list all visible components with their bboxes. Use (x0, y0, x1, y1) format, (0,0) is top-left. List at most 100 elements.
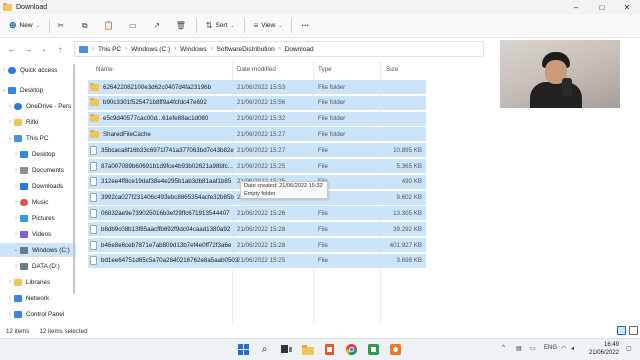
paste-icon[interactable]: 📋 (102, 17, 116, 35)
task-view-icon[interactable] (280, 343, 293, 356)
file-row[interactable]: b8db9c08b13f85aacffb692f9dc04caad1380a92… (88, 222, 426, 237)
notification-icon[interactable]: ▢ (626, 345, 632, 352)
sidebar-item-windows-c[interactable]: ⌄ Windows (C:) (0, 243, 76, 257)
rename-icon[interactable]: ▭ (126, 17, 140, 35)
office-icon[interactable] (323, 343, 336, 356)
maximize-button[interactable]: □ (589, 0, 615, 14)
breadcrumb-software-distribution[interactable]: SoftwareDistribution (217, 46, 275, 53)
sidebar-item-this-pc[interactable]: ⌄ This PC (0, 131, 76, 145)
search-icon[interactable]: ⌕ (258, 343, 271, 356)
share-icon[interactable]: ↗ (150, 17, 164, 35)
breadcrumb-windows[interactable]: Windows (180, 46, 206, 53)
file-row[interactable]: 06032ae9e739025016b3ef29ffc671913544407 2… (88, 206, 426, 221)
copy-icon[interactable]: ⧉ (78, 17, 92, 35)
windows-start-icon[interactable] (237, 343, 250, 356)
file-name-cell: bd1ee64751d65c5a70a2840216762e8a5aab0503 (90, 256, 239, 266)
app-green-icon[interactable] (367, 343, 380, 356)
column-header-type[interactable]: Type (318, 66, 332, 73)
file-date: 21/06/2022 15:53 (237, 83, 286, 91)
sidebar-item-videos[interactable]: › Videos (0, 227, 76, 241)
chrome-icon[interactable] (345, 343, 358, 356)
column-header-size[interactable]: Size (386, 66, 398, 73)
clock[interactable]: 16:49 21/06/2022 (583, 341, 619, 357)
up-icon[interactable]: ↑ (52, 41, 68, 57)
sidebar-item-data-d[interactable]: › DATA (D:) (0, 259, 76, 273)
desktop-icon (20, 150, 28, 158)
file-row[interactable]: b46e8e6ceb7871e7ab809d13b7ef4e0ff72f3a6e… (88, 238, 426, 252)
sidebar-item-label: Music (32, 198, 49, 206)
chevron-down-icon: ⌄ (7, 135, 13, 141)
sort-button[interactable]: ⇅ Sort ⌄ (201, 17, 240, 35)
sidebar-item-downloads[interactable]: › Downloads (0, 179, 76, 193)
sidebar-item-pictures[interactable]: › Pictures (0, 211, 76, 225)
breadcrumb-this-pc[interactable]: This PC (98, 46, 121, 53)
file-row[interactable]: 35bcaca8f16b33c6971f741a377063bd7c43b82e… (88, 143, 426, 158)
back-icon[interactable]: ← (4, 41, 20, 57)
file-name-cell: 3992ca027f231406c493ebc8865354acfe32b85b (90, 193, 234, 203)
column-header-date[interactable]: Date modified (237, 66, 276, 73)
volume-icon[interactable]: ◂ (571, 345, 574, 352)
details-view-icon[interactable] (617, 326, 626, 335)
file-row[interactable]: e5c9d40577cac00d...61efe88ac1d080 21/06/2… (88, 111, 426, 126)
app-tray-icon[interactable]: ▤ (516, 345, 522, 352)
tray-language[interactable]: ENG (544, 345, 557, 351)
delete-icon[interactable]: 🗑 (174, 17, 188, 35)
file-name-cell: b8db9c08b13f85aacffb692f9dc04caad1380a92 (90, 224, 230, 234)
file-row[interactable]: 626422082100e3d62c0407d4fa23196b 21/06/20… (88, 80, 426, 94)
sidebar-item-control-panel[interactable]: › Control Panel (0, 307, 76, 321)
breadcrumb-download[interactable]: Download (285, 46, 314, 53)
file-name: b90c3301f525471b8ff9a4fcfdc47e692 (103, 99, 207, 107)
file-row[interactable]: bd1ee64751d65c5a70a2840216762e8a5aab0503… (88, 253, 426, 268)
chevron-up-icon[interactable]: ^ (502, 345, 505, 351)
sidebar-scrollbar[interactable] (73, 64, 75, 294)
file-icon (90, 208, 97, 218)
new-button[interactable]: ⊕ New ⌄ (4, 17, 45, 35)
sidebar-item-label: Quick access (20, 66, 58, 74)
breadcrumb-windows-c[interactable]: Windows (C:) (131, 46, 170, 53)
forward-icon[interactable]: → (20, 41, 36, 57)
file-row[interactable]: SharedFileCache 21/06/2022 15:27 File fold… (88, 127, 426, 142)
app-orange-icon[interactable] (389, 343, 402, 356)
cut-icon[interactable]: ✂ (54, 17, 68, 35)
more-options-button[interactable]: ··· (296, 17, 314, 35)
sidebar-item-label: OneDrive - Pers (26, 102, 72, 110)
file-type: File folder (318, 83, 346, 91)
address-bar[interactable]: › This PC › Windows (C:) › Windows › Sof… (74, 41, 484, 57)
file-name: bd1ee64751d65c5a70a2840216762e8a5aab0503 (101, 257, 239, 265)
file-explorer-icon[interactable] (301, 343, 314, 356)
file-size: 10.895 KB (393, 146, 422, 154)
tiles-view-icon[interactable] (629, 326, 638, 335)
file-date: 21/06/2022 15:56 (237, 99, 286, 107)
sidebar-item-libraries[interactable]: › Libraries (0, 275, 76, 289)
view-button[interactable]: ≡ View ⌄ (249, 17, 288, 35)
file-name-cell: e5c9d40577cac00d...61efe88ac1d080 (90, 114, 208, 123)
file-row[interactable]: b90c3301f525471b8ff9a4fcfdc47e692 21/06/2… (88, 95, 426, 110)
file-icon (90, 145, 97, 155)
sidebar-item-label: Documents (32, 166, 64, 174)
sidebar-item-label: Windows (C:) (32, 246, 70, 254)
file-date: 21/06/2022 15:26 (237, 209, 286, 217)
sidebar-item-documents[interactable]: › Documents (0, 163, 76, 177)
sidebar-item-label: Rifki (26, 118, 39, 126)
minimize-button[interactable]: – (563, 0, 589, 14)
tooltip-description: Empty folder (244, 190, 276, 197)
chevron-right-icon: › (174, 46, 177, 52)
sidebar-item-music[interactable]: › Music (0, 195, 76, 209)
recent-chevron-icon[interactable]: ⌄ (36, 41, 52, 57)
sidebar-item-network[interactable]: › Network (0, 291, 76, 305)
sidebar-item-quick-access[interactable]: › Quick access (0, 63, 76, 77)
sidebar-item-onedrive[interactable]: › OneDrive - Pers (0, 99, 76, 113)
column-header-name[interactable]: Name (96, 66, 113, 73)
pictures-icon (20, 214, 28, 222)
sidebar-item-label: Network (26, 294, 50, 302)
file-row[interactable]: 87a007089b60691b1d9fce4b93b02621a98bfc..… (88, 159, 426, 173)
sidebar-item-desktop-root[interactable]: ⌄ Desktop (0, 83, 76, 97)
sidebar-item-desktop[interactable]: › Desktop (0, 147, 76, 161)
sidebar-item-label: Videos (32, 230, 52, 238)
wifi-icon[interactable]: ◠ (561, 345, 566, 352)
display-tray-icon[interactable]: ▭ (530, 345, 536, 352)
star-icon (8, 66, 16, 74)
close-button[interactable]: ✕ (614, 0, 640, 14)
file-icon (90, 256, 97, 266)
sidebar-item-rifki[interactable]: › Rifki (0, 115, 76, 129)
